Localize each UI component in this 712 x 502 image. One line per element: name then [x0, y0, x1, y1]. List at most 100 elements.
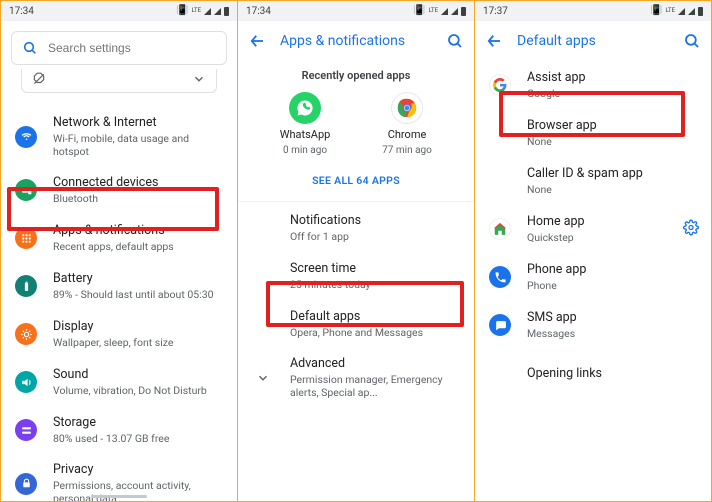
row-battery[interactable]: Battery89% - Should last until about 05:… [1, 262, 237, 310]
vibrate-icon: 📳 [176, 6, 188, 16]
row-sub: Permission manager, Emergency alerts, Sp… [290, 373, 460, 399]
recent-app-time: 77 min ago [382, 145, 432, 156]
row-sub: Wi-Fi, mobile, data usage and hotspot [53, 132, 223, 158]
status-bar: 17:34 📳 LTE [238, 1, 474, 21]
suggestion-dropdown[interactable] [21, 69, 217, 93]
row-default-apps[interactable]: Default apps Opera, Phone and Messages [238, 300, 474, 348]
row-sub: Messages [527, 327, 577, 340]
status-time: 17:34 [246, 6, 271, 17]
battery-icon [461, 7, 466, 16]
google-icon [489, 74, 511, 96]
battery-circle-icon [15, 275, 37, 297]
wifi-icon [15, 126, 37, 148]
recent-app-whatsapp[interactable]: WhatsApp 0 min ago [265, 92, 345, 156]
lte-label: LTE [429, 8, 438, 14]
messages-icon [489, 314, 511, 336]
battery-icon [224, 7, 229, 16]
row-sub: Phone [527, 279, 586, 292]
row-notifications[interactable]: Notifications Off for 1 app [238, 204, 474, 252]
row-sub: Volume, vibration, Do Not Disturb [53, 384, 207, 397]
row-storage[interactable]: Storage80% used - 13.07 GB free [1, 406, 237, 454]
row-title: Browser app [527, 118, 597, 133]
row-browser-app[interactable]: Browser app None [475, 109, 711, 157]
row-advanced[interactable]: Advanced Permission manager, Emergency al… [238, 348, 474, 407]
status-bar: 17:37 📳 LTE [475, 1, 711, 21]
row-title: SMS app [527, 310, 577, 325]
row-sub: None [527, 135, 597, 148]
chevron-down-icon [252, 371, 274, 385]
row-sound[interactable]: SoundVolume, vibration, Do Not Disturb [1, 358, 237, 406]
row-network[interactable]: Network & InternetWi-Fi, mobile, data us… [1, 107, 237, 166]
row-home-app[interactable]: Home appQuickstep [475, 205, 711, 253]
devices-icon [15, 179, 37, 201]
row-caller-id-app[interactable]: Caller ID & spam appNone [475, 157, 711, 205]
row-sub: 89% - Should last until about 05:30 [53, 288, 214, 301]
row-sms-app[interactable]: SMS app Messages [475, 301, 711, 349]
row-assist-app[interactable]: Assist app Google [475, 61, 711, 109]
back-button[interactable] [248, 32, 266, 50]
recent-app-time: 0 min ago [283, 145, 327, 156]
battery-icon [698, 7, 703, 16]
app-bar: Apps & notifications [238, 21, 474, 61]
signal-icon [678, 8, 685, 15]
vibrate-off-icon [32, 72, 46, 89]
sound-icon [15, 371, 37, 393]
storage-icon [15, 419, 37, 441]
row-sub: Recent apps, default apps [53, 240, 174, 253]
lte-label: LTE [192, 8, 201, 14]
lte-label: LTE [666, 8, 675, 14]
home-indicator [91, 495, 147, 498]
screen-title: Apps & notifications [280, 33, 432, 49]
row-display[interactable]: DisplayWallpaper, sleep, font size [1, 310, 237, 358]
row-title: Caller ID & spam app [527, 166, 643, 181]
search-button[interactable] [446, 32, 464, 50]
settings-list: Network & InternetWi-Fi, mobile, data us… [1, 107, 237, 501]
signal-icon [441, 8, 448, 15]
row-sub: Off for 1 app [290, 230, 361, 243]
screen-apps-notifications: 17:34 📳 LTE Apps & notifications Recentl… [238, 1, 475, 501]
signal-icon-2 [451, 8, 458, 15]
row-apps-notifications[interactable]: Apps & notifications Recent apps, default… [1, 214, 237, 262]
vibrate-icon: 📳 [413, 6, 425, 16]
signal-icon [204, 8, 211, 15]
default-apps-list: Assist app Google Browser app None Caller … [475, 61, 711, 501]
see-all-apps[interactable]: SEE ALL 64 APPS [238, 164, 474, 201]
back-button[interactable] [485, 32, 503, 50]
status-time: 17:37 [483, 6, 508, 17]
whatsapp-icon [289, 92, 321, 124]
row-title: Connected devices [53, 175, 158, 190]
search-button[interactable] [683, 32, 701, 50]
chevron-down-icon [192, 72, 206, 89]
row-connected-devices[interactable]: Connected devices Bluetooth [1, 166, 237, 214]
privacy-icon [15, 473, 37, 495]
row-title: Home app [527, 214, 585, 229]
row-sub: 80% used - 13.07 GB free [53, 432, 169, 445]
row-sub: Google [527, 87, 586, 100]
row-title: Phone app [527, 262, 586, 277]
row-title: Notifications [290, 213, 361, 228]
row-title: Display [53, 319, 173, 334]
recent-app-chrome[interactable]: Chrome 77 min ago [367, 92, 447, 156]
row-title: Screen time [290, 261, 371, 276]
recent-app-name: Chrome [388, 128, 427, 141]
row-phone-app[interactable]: Phone app Phone [475, 253, 711, 301]
status-bar: 17:34 📳 LTE [1, 1, 237, 21]
row-title: Apps & notifications [53, 223, 174, 238]
row-opening-links[interactable]: Opening links [475, 349, 711, 397]
row-title: Default apps [290, 309, 423, 324]
search-input[interactable] [48, 41, 216, 55]
row-sub: Opera, Phone and Messages [290, 326, 423, 339]
status-time: 17:34 [9, 6, 34, 17]
search-settings[interactable] [11, 31, 227, 65]
row-sub: Bluetooth [53, 192, 158, 205]
gear-icon[interactable] [683, 220, 699, 239]
row-title: Assist app [527, 70, 586, 85]
row-privacy[interactable]: PrivacyPermissions, account activity, pe… [1, 454, 237, 501]
row-screen-time[interactable]: Screen time25 minutes today [238, 252, 474, 300]
row-title: Privacy [53, 462, 223, 477]
phone-icon [489, 266, 511, 288]
row-title: Advanced [290, 356, 460, 371]
app-bar: Default apps [475, 21, 711, 61]
screen-title: Default apps [517, 33, 669, 49]
chrome-icon [391, 92, 423, 124]
